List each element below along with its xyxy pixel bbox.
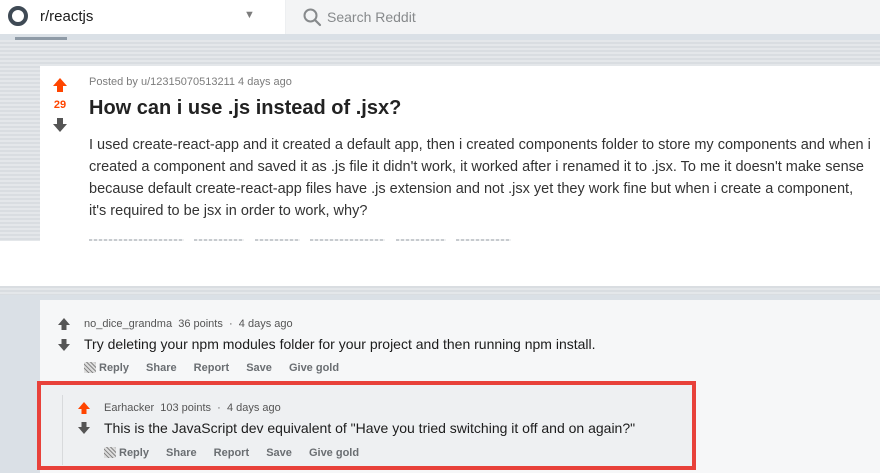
comment-points: 103 points <box>160 402 212 414</box>
divider-band <box>0 241 880 286</box>
reply-button[interactable]: Reply <box>84 362 129 374</box>
search-input[interactable]: Search Reddit <box>327 9 416 25</box>
comment-time: 4 days ago <box>226 402 281 414</box>
top-bar: r/reactjs ▼ Search Reddit <box>0 0 880 34</box>
post-author-line[interactable]: Posted by u/12315070513211 4 days ago <box>89 76 292 88</box>
downvote-arrow-icon[interactable] <box>52 117 68 133</box>
downvote-arrow-icon[interactable] <box>56 337 72 353</box>
report-button[interactable]: Report <box>194 362 229 374</box>
comment-author[interactable]: Earhacker <box>104 402 154 414</box>
post-score: 29 <box>53 99 67 111</box>
upvote-arrow-icon[interactable] <box>76 400 92 416</box>
give-gold-button[interactable]: Give gold <box>309 447 359 459</box>
give-gold-button[interactable]: Give gold <box>289 362 339 374</box>
save-button[interactable]: Save <box>266 447 292 459</box>
downvote-arrow-icon[interactable] <box>76 420 92 436</box>
community-icon[interactable] <box>8 6 28 26</box>
meta-separator: · <box>217 402 221 414</box>
comment-text: Try deleting your npm modules folder for… <box>84 336 596 352</box>
thread-line[interactable] <box>62 395 63 465</box>
share-button[interactable]: Share <box>166 447 197 459</box>
post-title[interactable]: How can i use .js instead of .jsx? <box>89 97 401 120</box>
comment-action-bar: Reply Share Report Save Give gold <box>84 362 353 374</box>
report-button[interactable]: Report <box>214 447 249 459</box>
search-bar[interactable]: Search Reddit <box>285 0 880 34</box>
comment-meta: Earhacker 103 points · 4 days ago <box>104 402 281 414</box>
comment-author[interactable]: no_dice_grandma <box>84 318 172 330</box>
comment-points: 36 points <box>178 318 223 330</box>
community-name[interactable]: r/reactjs <box>40 8 93 25</box>
comment-text: This is the JavaScript dev equivalent of… <box>104 420 636 436</box>
reply-icon <box>104 447 116 458</box>
comment-action-bar: Reply Share Report Save Give gold <box>104 447 373 459</box>
comment-time: 4 days ago <box>238 318 293 330</box>
post-body: I used create-react-app and it created a… <box>89 137 871 219</box>
search-icon <box>303 8 322 27</box>
upvote-arrow-icon[interactable] <box>56 316 72 332</box>
meta-separator: · <box>228 318 233 330</box>
reply-icon <box>84 362 96 373</box>
chevron-down-icon[interactable]: ▼ <box>244 9 255 21</box>
save-button[interactable]: Save <box>246 362 272 374</box>
upvote-arrow-icon[interactable] <box>52 77 68 93</box>
reply-button[interactable]: Reply <box>104 447 149 459</box>
share-button[interactable]: Share <box>146 362 177 374</box>
comment-meta: no_dice_grandma 36 points · 4 days ago <box>84 318 293 330</box>
